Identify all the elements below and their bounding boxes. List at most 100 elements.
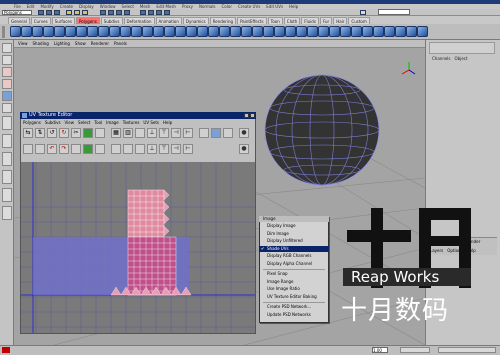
shelf-tool-icon[interactable] [252,26,263,37]
snap-point-icon[interactable] [116,10,122,15]
shelf-tool-icon[interactable] [395,26,406,37]
tab-painteffects[interactable]: PaintEffects [237,17,267,24]
shelf-tool-icon[interactable] [43,26,54,37]
tab-object[interactable]: Object [455,56,468,61]
uv-center-icon[interactable]: ⊣ [171,144,181,154]
open-scene-icon[interactable] [46,10,52,15]
context-menu-item[interactable]: Display Unfiltered [259,238,329,244]
start-frame-field[interactable]: 1.00 [372,347,388,353]
uv-menu-tool[interactable]: Tool [94,120,102,126]
shelf-tool-icon[interactable] [296,26,307,37]
render-globals-icon[interactable] [164,10,170,15]
uv-flip-v-icon[interactable]: ⇅ [35,128,45,138]
layout-side-icon[interactable] [2,152,12,166]
uv-straighten-icon[interactable] [123,144,133,154]
shelf-tool-icon[interactable] [197,26,208,37]
tab-toon[interactable]: Toon [267,17,283,24]
uv-unfold-icon[interactable] [35,144,45,154]
snap-plane-icon[interactable] [124,10,130,15]
uv-snapshot-icon[interactable] [199,128,209,138]
uv-menu-textures[interactable]: Textures [123,120,140,126]
viewport-menu-show[interactable]: Show [75,40,86,47]
shelf-tool-icon[interactable] [54,26,65,37]
shelf-tool-icon[interactable] [219,26,230,37]
uv-align-min-u-icon[interactable]: ⊥ [147,128,157,138]
shelf-tool-icon[interactable] [241,26,252,37]
shelf-tool-icon[interactable] [109,26,120,37]
uv-normalize-icon[interactable] [111,144,121,154]
select-component-icon[interactable] [82,10,88,15]
shelf-gear-icon[interactable] [2,26,5,38]
layout-four-icon[interactable] [2,134,12,148]
uv-rotate-cw-icon[interactable]: ↻ [59,128,69,138]
shelf-tool-icon[interactable] [10,26,21,37]
uv-merge-icon[interactable] [83,144,93,154]
render-icon[interactable] [148,10,154,15]
tab-deformation[interactable]: Deformation [123,17,155,24]
uv-menu-image[interactable]: Image [106,120,119,126]
layout-single-icon[interactable] [2,116,12,130]
viewport-menu-lighting[interactable]: Lighting [54,40,70,47]
tab-rendering[interactable]: Rendering [209,17,237,24]
uv-cycle-icon[interactable] [135,144,145,154]
layout-hypershade-icon[interactable] [2,188,12,202]
shelf-tool-icon[interactable] [120,26,131,37]
mode-selector[interactable]: Polygons [2,10,32,15]
uv-smudge-icon[interactable] [23,144,33,154]
shelf-tool-icon[interactable] [208,26,219,37]
tab-custom[interactable]: Custom [348,17,370,24]
uv-align-max-u-icon[interactable]: ⊤ [159,128,169,138]
tab-fluids[interactable]: Fluids [301,17,319,24]
tab-polygons[interactable]: Polygons [75,17,100,24]
tab-channels[interactable]: Channels [432,56,451,61]
shelf-tool-icon[interactable] [329,26,340,37]
uv-relax-icon[interactable] [135,128,145,138]
uv-move-sew-icon[interactable] [95,128,105,138]
current-frame-marker[interactable] [2,347,10,353]
context-menu-item[interactable]: Create PSD Network... [259,304,329,310]
shelf-tool-icon[interactable] [32,26,43,37]
tab-fur[interactable]: Fur [319,17,333,24]
uv-rotate-ccw-icon[interactable]: ↺ [47,128,57,138]
manipulator-tool-icon[interactable] [2,103,12,113]
shelf-tool-icon[interactable] [274,26,285,37]
shelf-tool-icon[interactable] [164,26,175,37]
tab-dynamics[interactable]: Dynamics [182,17,209,24]
close-icon[interactable] [250,113,255,118]
tab-animation[interactable]: Animation [155,17,182,24]
range-slider[interactable] [438,347,496,353]
playback-controls[interactable] [400,347,430,353]
tab-curves[interactable]: Curves [30,17,51,24]
uv-editor-titlebar[interactable]: UV Texture Editor [20,112,256,119]
tab-general[interactable]: General [8,17,30,24]
uv-cut-icon[interactable]: ✂ [71,128,81,138]
viewport-menu-renderer[interactable]: Renderer [91,40,109,47]
input-mode-icon[interactable] [360,10,366,15]
uv-isolate-icon[interactable]: ● [239,128,249,138]
context-menu-item[interactable]: Display RGB Channels [259,253,329,259]
snap-grid-icon[interactable] [100,10,106,15]
shelf-tool-icon[interactable] [417,26,428,37]
shelf-tool-icon[interactable] [230,26,241,37]
shelf-tool-icon[interactable] [318,26,329,37]
rotate-tool-icon[interactable] [2,79,12,89]
uv-align-max-icon[interactable]: ⊤ [159,144,169,154]
shelf-tool-icon[interactable] [285,26,296,37]
uv-flip-u-icon[interactable]: ⇆ [23,128,33,138]
tab-subdivs[interactable]: Subdivs [100,17,123,24]
uv-menu-uv-sets[interactable]: UV Sets [143,120,159,126]
context-menu-item[interactable]: Display Alpha Channel [259,261,329,267]
shelf-tool-icon[interactable] [21,26,32,37]
uv-sew-icon[interactable] [83,128,93,138]
minimize-button[interactable] [244,113,249,118]
shelf-tool-icon[interactable] [307,26,318,37]
shelf-tool-icon[interactable] [406,26,417,37]
shelf-tool-icon[interactable] [142,26,153,37]
shelf-tool-icon[interactable] [263,26,274,37]
layout-outliner-icon[interactable] [2,206,12,220]
context-menu-item[interactable]: Update PSD Networks [259,312,329,318]
shelf-tool-icon[interactable] [362,26,373,37]
shelf-tool-icon[interactable] [76,26,87,37]
context-menu-item[interactable]: Image Range [259,279,329,285]
uv-pin-icon[interactable]: ● [239,144,249,154]
